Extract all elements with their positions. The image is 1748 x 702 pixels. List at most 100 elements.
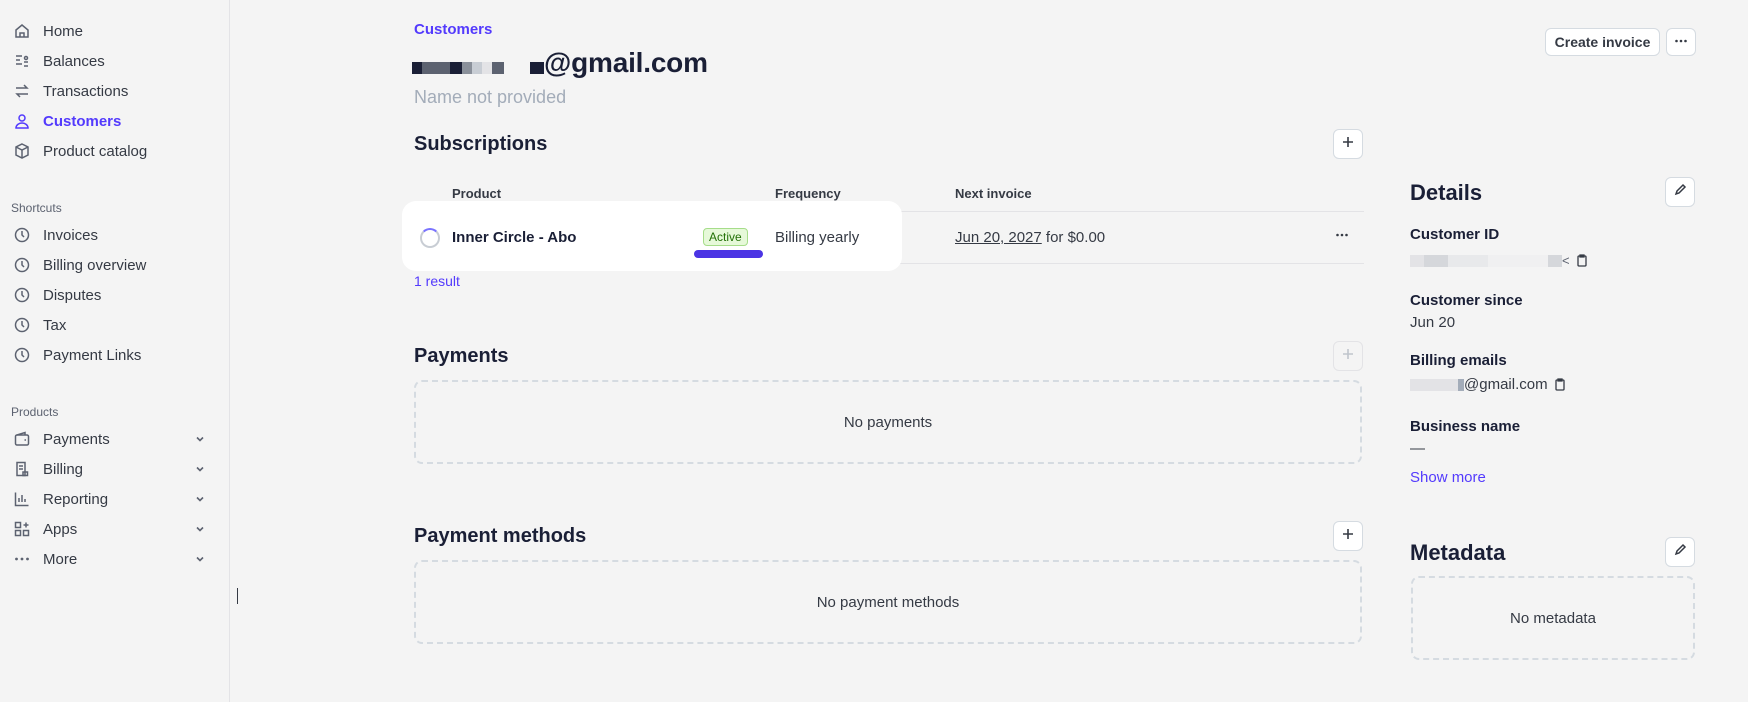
sidebar-item-tax[interactable]: Tax [12, 312, 212, 338]
sidebar-item-home[interactable]: Home [12, 18, 212, 44]
user-icon [12, 111, 32, 131]
customer-name: Name not provided [414, 87, 567, 107]
business-name-value: — [1410, 440, 1425, 457]
sidebar-item-label: Apps [43, 520, 78, 538]
row-actions-button[interactable] [1335, 228, 1349, 247]
sidebar-item-transactions[interactable]: Transactions [12, 78, 212, 104]
billing-emails-label: Billing emails [1410, 352, 1507, 369]
chevron-down-icon [194, 552, 206, 569]
sidebar-item-billing[interactable]: Billing [12, 456, 212, 482]
pencil-icon [1674, 183, 1687, 201]
chevron-down-icon [194, 432, 206, 449]
add-subscription-button[interactable] [1333, 129, 1363, 159]
column-header-next-invoice: Next invoice [955, 186, 1032, 201]
payment-methods-empty-state: No payment methods [414, 560, 1362, 644]
status-badge: Active [703, 228, 748, 246]
show-more-link[interactable]: Show more [1410, 469, 1486, 486]
text-cursor [237, 588, 238, 604]
subscription-frequency: Billing yearly [775, 229, 860, 246]
pencil-icon [1674, 543, 1687, 561]
subscription-product[interactable]: Inner Circle - Abo [452, 229, 576, 246]
loading-spinner-icon [420, 228, 440, 248]
ellipsis-icon [1674, 34, 1688, 51]
sidebar-item-more[interactable]: More [12, 546, 212, 572]
payment-methods-heading: Payment methods [414, 525, 587, 547]
box-icon [12, 141, 32, 161]
home-icon [12, 21, 32, 41]
balances-icon [12, 51, 32, 71]
page-title: @gmail.com [412, 46, 708, 80]
chevron-down-icon [194, 462, 206, 479]
redacted-block [482, 62, 492, 74]
sidebar-item-label: Tax [43, 316, 67, 334]
chevron-down-icon [194, 492, 206, 509]
customer-email: @gmail.com [544, 47, 708, 78]
redacted-block [412, 62, 422, 74]
edit-details-button[interactable] [1665, 177, 1695, 207]
next-invoice-date[interactable]: Jun 20, 2027 [955, 229, 1042, 246]
more-actions-button[interactable] [1666, 28, 1696, 56]
payments-heading: Payments [414, 345, 509, 367]
payments-empty-state: No payments [414, 380, 1362, 464]
metadata-heading: Metadata [1410, 540, 1506, 565]
clock-icon [12, 255, 32, 275]
next-invoice-cell: Jun 20, 2027 for $0.00 [955, 229, 1105, 246]
sidebar-item-label: Billing [43, 460, 84, 478]
customer-since-value: Jun 20 [1410, 314, 1456, 331]
add-payment-button[interactable] [1333, 341, 1363, 371]
sidebar-item-label: Payment Links [43, 346, 142, 364]
sidebar-item-apps[interactable]: Apps [12, 516, 212, 542]
edit-metadata-button[interactable] [1665, 537, 1695, 567]
redacted-block [422, 62, 450, 74]
create-invoice-button[interactable]: Create invoice [1545, 28, 1660, 56]
sidebar-item-label: Reporting [43, 490, 109, 508]
wallet-icon [12, 429, 32, 449]
redacted-block [462, 62, 472, 74]
sidebar-item-label: Home [43, 22, 84, 40]
copy-icon[interactable] [1576, 254, 1588, 267]
sidebar-item-billing-overview[interactable]: Billing overview [12, 252, 212, 278]
clock-icon [12, 315, 32, 335]
products-heading: Products [11, 405, 59, 419]
bar-chart-icon [12, 489, 32, 509]
redacted-block [492, 62, 504, 74]
redacted-block [1448, 254, 1488, 267]
sidebar-item-product-catalog[interactable]: Product catalog [12, 138, 212, 164]
result-count: 1 result [414, 273, 460, 289]
sidebar-item-label: Invoices [43, 226, 99, 244]
breadcrumb-customers[interactable]: Customers [414, 21, 492, 38]
sidebar-item-label: Disputes [43, 286, 102, 304]
plus-icon [1341, 135, 1355, 154]
sidebar: Home Balances Transactions Customers Pro… [0, 0, 230, 702]
sidebar-item-payments[interactable]: Payments [12, 426, 212, 452]
sidebar-item-label: Billing overview [43, 256, 147, 274]
sidebar-item-label: Transactions [43, 82, 129, 100]
billing-email-text: @gmail.com [1464, 376, 1548, 393]
redacted-block [1548, 254, 1562, 267]
sidebar-item-label: Payments [43, 430, 110, 448]
customer-since-label: Customer since [1410, 292, 1523, 309]
sidebar-item-disputes[interactable]: Disputes [12, 282, 212, 308]
redacted-block [450, 62, 462, 74]
transactions-icon [12, 81, 32, 101]
sidebar-item-reporting[interactable]: Reporting [12, 486, 212, 512]
sidebar-item-label: Customers [43, 112, 122, 130]
billing-icon [12, 459, 32, 479]
sidebar-item-balances[interactable]: Balances [12, 48, 212, 74]
chevron-down-icon [194, 522, 206, 539]
sidebar-item-payment-links[interactable]: Payment Links [12, 342, 212, 368]
highlight-marker [694, 250, 763, 258]
redacted-block [1488, 254, 1548, 267]
customer-id-value: < [1410, 253, 1588, 268]
metadata-empty-state: No metadata [1411, 576, 1695, 660]
apps-icon [12, 519, 32, 539]
details-heading: Details [1410, 180, 1483, 205]
clock-icon [12, 225, 32, 245]
next-invoice-amount: for $0.00 [1041, 229, 1106, 246]
copy-icon[interactable] [1554, 378, 1566, 391]
sidebar-item-customers[interactable]: Customers [12, 108, 212, 134]
clock-icon [12, 285, 32, 305]
customer-id-label: Customer ID [1410, 226, 1500, 243]
sidebar-item-invoices[interactable]: Invoices [12, 222, 212, 248]
add-payment-method-button[interactable] [1333, 521, 1363, 551]
